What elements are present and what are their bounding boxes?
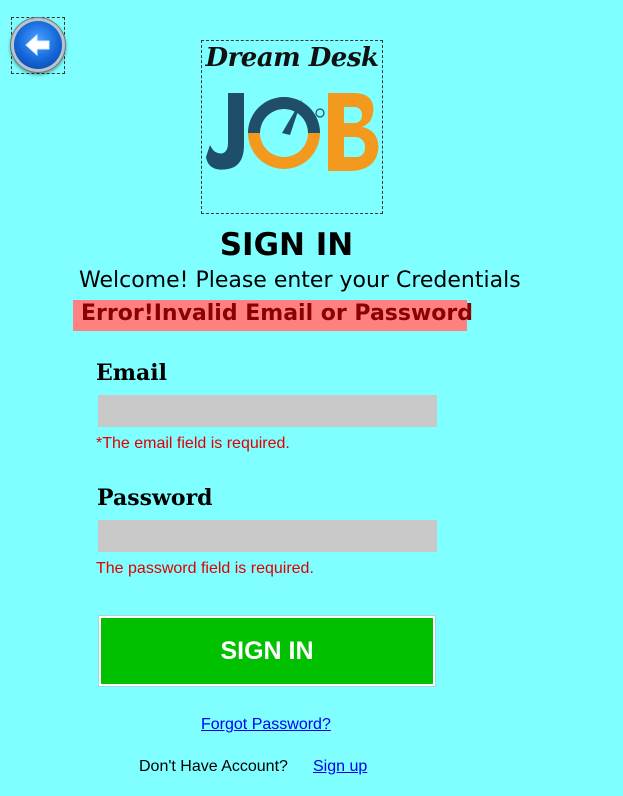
no-account-text: Don't Have Account?	[139, 758, 288, 775]
arrow-left-icon	[25, 33, 50, 57]
page-title: SIGN IN	[219, 227, 354, 263]
password-label: Password	[97, 485, 213, 511]
back-button-frame	[11, 17, 65, 74]
back-button[interactable]	[14, 21, 62, 69]
email-validation-message: *The email field is required.	[96, 435, 290, 452]
error-banner: Error!Invalid Email or Password	[73, 300, 473, 331]
sign-up-link[interactable]: Sign up	[313, 758, 367, 776]
error-message: Error!Invalid Email or Password	[81, 301, 474, 326]
email-field[interactable]	[98, 395, 437, 427]
page-subtitle: Welcome! Please enter your Credentials	[79, 268, 521, 293]
forgot-password-link[interactable]: Forgot Password?	[201, 716, 331, 734]
password-validation-message: The password field is required.	[96, 560, 314, 577]
job-logo-icon	[206, 93, 379, 171]
logo-tagline: Dream Desk	[205, 43, 379, 73]
password-field[interactable]	[98, 520, 437, 552]
email-label: Email	[96, 360, 168, 386]
logo: Dream Desk	[201, 40, 383, 214]
sign-in-button[interactable]: SIGN IN	[99, 616, 435, 686]
